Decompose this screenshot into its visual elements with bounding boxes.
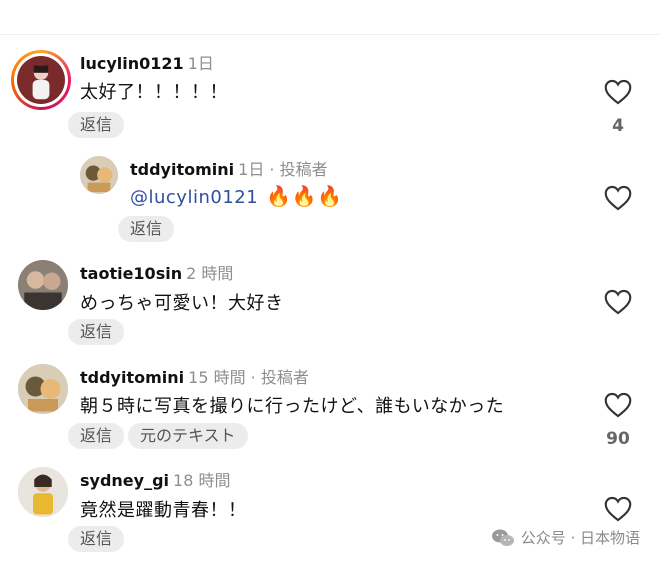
comment-text: 太好了！！！！！: [80, 82, 228, 103]
username[interactable]: lucylin0121: [80, 54, 184, 73]
username[interactable]: sydney_gi: [80, 471, 169, 490]
heart-icon[interactable]: [604, 392, 632, 418]
top-bar: [0, 0, 660, 35]
comment-text: めっちゃ可愛い！大好き: [80, 293, 284, 314]
avatar[interactable]: [80, 156, 118, 194]
avatar-story-ring[interactable]: [11, 50, 71, 110]
heart-icon[interactable]: [604, 496, 632, 522]
reply-button[interactable]: 返信: [118, 216, 175, 242]
username[interactable]: taotie10sin: [80, 264, 182, 283]
watermark: 公众号 · 日本物语: [491, 527, 640, 548]
reply-button[interactable]: 返信: [68, 526, 125, 552]
timestamp: 1日: [187, 54, 214, 73]
heart-icon[interactable]: [604, 79, 632, 105]
reply-button[interactable]: 返信: [68, 423, 125, 449]
comment-text: @lucylin0121 🔥🔥🔥: [130, 184, 343, 208]
avatar[interactable]: [18, 260, 68, 310]
username[interactable]: tddyitomini: [80, 368, 184, 387]
like-count: 90: [606, 429, 630, 449]
reply-button[interactable]: 返信: [68, 112, 125, 138]
see-original-button[interactable]: 元のテキスト: [128, 423, 248, 449]
avatar: [17, 56, 65, 104]
mention-link[interactable]: @lucylin0121: [130, 187, 258, 208]
timestamp: 15 時間 · 投稿者: [188, 368, 309, 387]
wechat-icon: [491, 528, 515, 548]
timestamp: 18 時間: [173, 471, 231, 490]
fire-emoji: 🔥🔥🔥: [266, 184, 343, 208]
username[interactable]: tddyitomini: [130, 160, 234, 179]
like-count: 4: [612, 116, 624, 136]
heart-icon[interactable]: [604, 289, 632, 315]
avatar[interactable]: [18, 364, 68, 414]
watermark-text: 公众号 · 日本物语: [520, 529, 640, 547]
timestamp: 2 時間: [186, 264, 234, 283]
avatar[interactable]: [18, 467, 68, 517]
timestamp: 1日 · 投稿者: [238, 160, 328, 179]
heart-icon[interactable]: [604, 185, 632, 211]
comment-text: 朝５時に写真を撮りに行ったけど、誰もいなかった: [80, 396, 505, 417]
reply-button[interactable]: 返信: [68, 319, 125, 345]
comment-text: 竟然是躍動青春！！: [80, 500, 247, 521]
